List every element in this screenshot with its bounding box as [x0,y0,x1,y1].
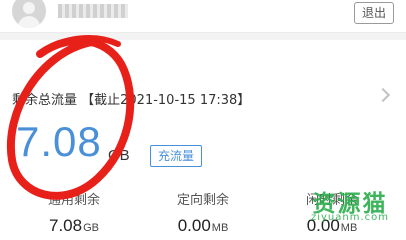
section-divider [0,32,406,40]
masked-username [58,4,128,18]
avatar-head-shape [23,2,35,14]
flow-balance-screen: 退出 剩余总流量 【截止2021-10-15 17:38】 7.08 GB 充流… [0,0,406,240]
avatar-body-shape [18,16,40,28]
directed-remaining-value: 0.00 [177,216,211,235]
total-remaining-value: 7.08 [16,118,102,165]
directed-remaining-stat[interactable]: 定向剩余 0.00MB [143,192,263,236]
chevron-right-icon[interactable] [375,87,391,103]
recharge-button[interactable]: 充流量 [150,145,202,167]
directed-remaining-label: 定向剩余 [176,193,229,208]
idle-remaining-stat[interactable]: 闲时剩余 0.00MB [272,192,392,236]
general-remaining-label: 通用剩余 [47,193,100,208]
directed-remaining-unit: MB [211,222,229,234]
total-remaining-unit: GB [108,147,130,164]
idle-remaining-value: 0.00 [306,216,340,235]
remaining-total-label: 剩余总流量 【截止2021-10-15 17:38】 [12,93,251,108]
avatar[interactable] [12,0,46,28]
user-header: 退出 [0,0,406,28]
idle-remaining-amount: 0.00MB [272,216,392,236]
general-remaining-stat[interactable]: 通用剩余 7.08GB [14,192,134,236]
idle-remaining-unit: MB [340,222,358,234]
general-remaining-value: 7.08 [49,216,83,235]
idle-remaining-label: 闲时剩余 [305,193,358,208]
remaining-total-row[interactable]: 剩余总流量 【截止2021-10-15 17:38】 [0,84,406,110]
directed-remaining-amount: 0.00MB [143,216,263,236]
general-remaining-amount: 7.08GB [14,216,134,236]
general-remaining-unit: GB [83,222,99,234]
logout-button[interactable]: 退出 [354,2,394,24]
